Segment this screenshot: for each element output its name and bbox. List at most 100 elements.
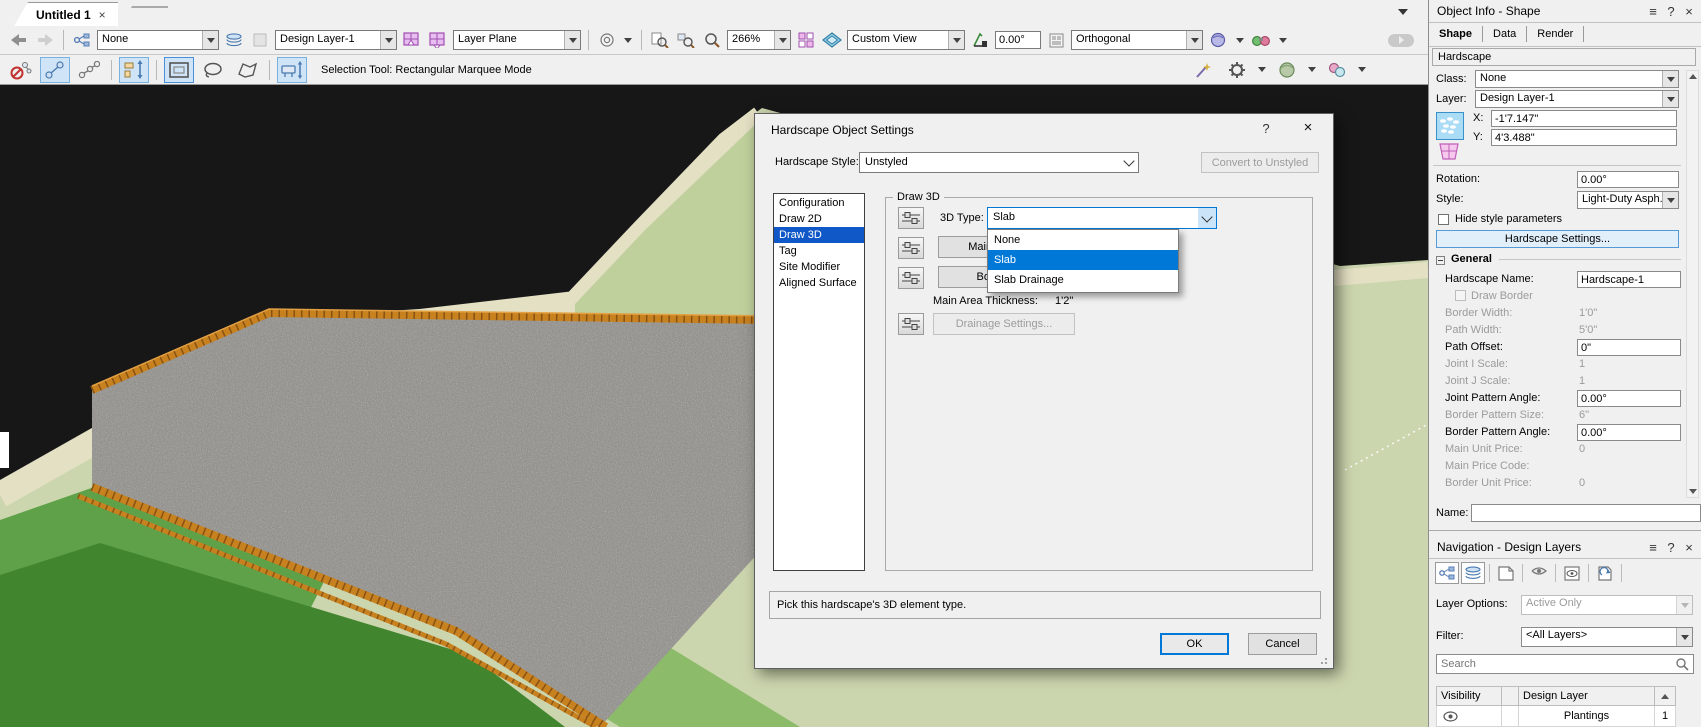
- dialog-pane-list[interactable]: Configuration Draw 2D Draw 3D Tag Site M…: [773, 193, 865, 571]
- visibility-arrow-icon[interactable]: [1276, 29, 1289, 51]
- plan-rotation-icon[interactable]: [1045, 29, 1067, 51]
- tab-render[interactable]: Render: [1527, 26, 1585, 42]
- sliders-icon[interactable]: [898, 313, 924, 335]
- blank-cell[interactable]: [1501, 706, 1519, 727]
- panel-menu-icon[interactable]: ≡: [1644, 540, 1662, 555]
- pane-item-draw-2d[interactable]: Draw 2D: [774, 211, 864, 227]
- type-combo[interactable]: Slab: [987, 207, 1217, 229]
- dropdown-arrow-icon[interactable]: [1662, 192, 1678, 208]
- lasso-mode-button[interactable]: [198, 57, 228, 83]
- sheet-layers-icon[interactable]: [1494, 562, 1518, 584]
- tab-untitled-1[interactable]: Untitled 1 ×: [14, 2, 118, 26]
- forward-arrow-button[interactable]: [34, 29, 56, 51]
- pane-item-tag[interactable]: Tag: [774, 243, 864, 259]
- search-input[interactable]: [1437, 658, 1675, 670]
- multiple-views-icon[interactable]: [795, 29, 817, 51]
- magic-wand-icon[interactable]: [1188, 57, 1218, 83]
- layer-combo[interactable]: Design Layer-1: [1475, 90, 1679, 108]
- layer-plane-icon[interactable]: [427, 29, 449, 51]
- cancel-button[interactable]: Cancel: [1248, 633, 1317, 655]
- layer-order-cell[interactable]: 1: [1654, 706, 1676, 727]
- scroll-down-icon[interactable]: [1689, 489, 1697, 494]
- dropdown-arrow-icon[interactable]: [202, 31, 218, 49]
- hide-style-checkbox[interactable]: [1438, 214, 1449, 225]
- disable-snapping-icon[interactable]: [6, 57, 36, 83]
- saved-views-camera-icon[interactable]: [1527, 562, 1551, 584]
- layer-name-cell[interactable]: Plantings: [1518, 706, 1655, 727]
- hardscape-style-combo[interactable]: Unstyled: [859, 152, 1139, 173]
- active-plane-combo[interactable]: Layer Plane: [453, 30, 581, 50]
- dialog-close-icon[interactable]: ×: [1297, 119, 1319, 139]
- screen-plane-pink-icon[interactable]: [1438, 142, 1460, 162]
- render-mode-arrow-icon[interactable]: [1233, 29, 1246, 51]
- rotate-view-icon[interactable]: [969, 29, 991, 51]
- view-options-icon[interactable]: [596, 29, 618, 51]
- dropdown-arrow-icon[interactable]: [380, 31, 396, 49]
- new-tab-stub[interactable]: [122, 6, 168, 27]
- column-header-blank[interactable]: [1501, 686, 1519, 706]
- tab-data[interactable]: Data: [1483, 26, 1528, 42]
- saved-view-combo[interactable]: None: [97, 30, 219, 50]
- dialog-resize-grip[interactable]: [1320, 655, 1330, 665]
- option-none[interactable]: None: [988, 230, 1178, 250]
- classes-icon[interactable]: [1435, 562, 1459, 584]
- texture-tool-icon[interactable]: [1322, 57, 1352, 83]
- class-combo[interactable]: None: [1475, 70, 1679, 88]
- back-arrow-button[interactable]: [8, 29, 30, 51]
- pane-item-configuration[interactable]: Configuration: [774, 195, 864, 211]
- projection-combo[interactable]: Orthogonal: [1071, 30, 1203, 50]
- layers-icon[interactable]: [223, 29, 245, 51]
- dropdown-arrow-icon[interactable]: [1662, 91, 1678, 107]
- viewports-eye-icon[interactable]: [1560, 562, 1584, 584]
- pane-item-aligned-surface[interactable]: Aligned Surface: [774, 275, 864, 291]
- panel-close-icon[interactable]: ×: [1680, 540, 1698, 555]
- name-input[interactable]: [1471, 504, 1701, 522]
- sliders-icon[interactable]: [898, 237, 924, 259]
- saved-views-icon[interactable]: [71, 29, 93, 51]
- column-header-visibility[interactable]: Visibility: [1436, 686, 1502, 706]
- param-input[interactable]: [1577, 271, 1681, 288]
- panel-close-icon[interactable]: ×: [1680, 4, 1698, 19]
- render-mode-icon[interactable]: [1207, 29, 1229, 51]
- dialog-help-icon[interactable]: ?: [1257, 121, 1275, 139]
- zoom-icon[interactable]: [701, 29, 723, 51]
- zoom-marquee-icon[interactable]: [675, 29, 697, 51]
- references-icon[interactable]: [1593, 562, 1617, 584]
- panel-help-icon[interactable]: ?: [1662, 4, 1680, 19]
- sliders-icon[interactable]: [898, 207, 924, 229]
- eye-icon[interactable]: [1443, 710, 1458, 722]
- tab-list-chevron-icon[interactable]: [1398, 9, 1408, 15]
- toolbar-overflow-button[interactable]: [1388, 33, 1414, 47]
- option-slab-drainage[interactable]: Slab Drainage: [988, 270, 1178, 290]
- panel-menu-icon[interactable]: ≡: [1644, 4, 1662, 19]
- type-dropdown-list[interactable]: None Slab Slab Drainage: [987, 229, 1179, 293]
- view-options-arrow-icon[interactable]: [622, 29, 634, 51]
- pane-item-site-modifier[interactable]: Site Modifier: [774, 259, 864, 275]
- collapse-icon[interactable]: [1436, 256, 1445, 265]
- rotation-input[interactable]: [1577, 171, 1679, 188]
- dropdown-arrow-icon[interactable]: [948, 31, 964, 49]
- working-plane-icon[interactable]: [1436, 112, 1464, 140]
- object-info-header[interactable]: Object Info - Shape ≡ ? ×: [1429, 0, 1701, 23]
- fit-to-objects-icon[interactable]: [649, 29, 671, 51]
- ok-button[interactable]: OK: [1160, 633, 1229, 655]
- dropdown-arrow-icon[interactable]: [1662, 71, 1678, 87]
- interactive-mode-1-button[interactable]: [40, 56, 70, 83]
- param-input[interactable]: [1577, 424, 1681, 441]
- standard-views-icon[interactable]: [821, 29, 843, 51]
- dropdown-arrow-icon[interactable]: [774, 31, 790, 49]
- texture-tool-arrow-icon[interactable]: [1356, 59, 1368, 81]
- view-rotation-input[interactable]: [995, 31, 1041, 49]
- layer-search-field[interactable]: [1436, 654, 1694, 674]
- filter-combo[interactable]: <All Layers>: [1521, 627, 1693, 647]
- param-input[interactable]: [1577, 390, 1681, 407]
- zoom-level-combo[interactable]: 266%: [727, 30, 791, 50]
- panel-help-icon[interactable]: ?: [1662, 540, 1680, 555]
- hardscape-settings-button[interactable]: Hardscape Settings...: [1436, 230, 1679, 248]
- column-header-design-layer[interactable]: Design Layer: [1518, 686, 1655, 706]
- style-combo[interactable]: Light-Duty Asph...: [1577, 191, 1679, 209]
- navigation-header[interactable]: Navigation - Design Layers ≡ ? ×: [1429, 536, 1701, 559]
- rectangular-marquee-mode-button[interactable]: [164, 56, 194, 83]
- dropdown-arrow-icon[interactable]: [1676, 628, 1692, 646]
- y-input[interactable]: [1491, 129, 1677, 146]
